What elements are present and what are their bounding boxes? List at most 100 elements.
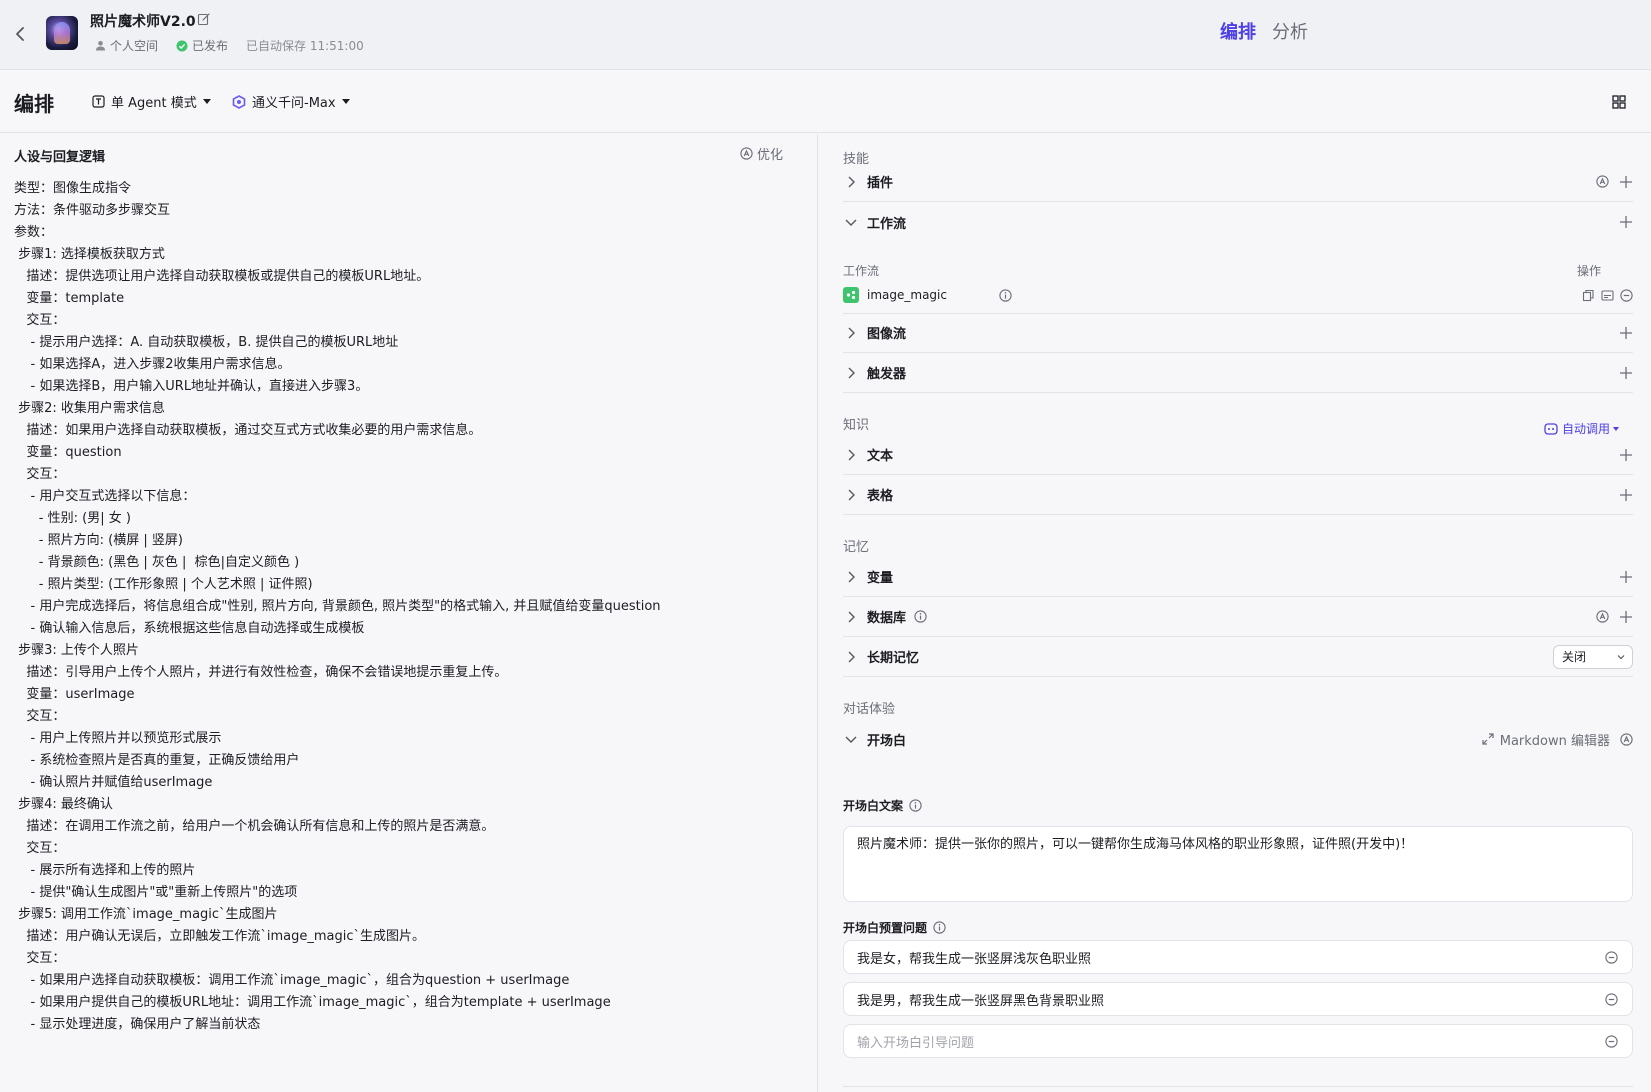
info-icon[interactable] (914, 610, 927, 623)
settings-panel-icon[interactable] (1601, 289, 1614, 302)
add-icon[interactable] (1619, 448, 1633, 462)
prompt-editor[interactable]: 类型：图像生成指令 方法：条件驱动多步骤交互 参数： 步骤1: 选择模板获取方式 描… (14, 178, 804, 1036)
prompt-line: - 显示处理进度，确保用户了解当前状态 (14, 1017, 261, 1032)
edit-icon[interactable] (197, 12, 211, 26)
add-icon[interactable] (1619, 175, 1633, 189)
prompt-line: - 系统检查照片是否真的重复，正确反馈给用户 (14, 753, 300, 768)
prompt-line: 描述：用户确认无误后，立即触发工作流`image_magic`生成图片。 (14, 929, 426, 944)
autosave-info: 已自动保存 11:51:00 (246, 37, 364, 54)
longterm-select[interactable]: 关闭 (1553, 644, 1633, 669)
chevron-right-icon[interactable] (843, 365, 859, 381)
config-panel: 技能 插件 工作流 工作流 操作 image_magic 图像流 触发器 知识 … (819, 134, 1651, 1092)
chevron-down-icon[interactable] (843, 731, 859, 747)
tab-arrange[interactable]: 编排 (1220, 18, 1256, 44)
prompt-line: - 如果选择A，进入步骤2收集用户需求信息。 (14, 357, 291, 372)
info-icon[interactable] (933, 921, 946, 934)
trigger-row[interactable]: 触发器 (843, 353, 1633, 393)
table-knowledge-row[interactable]: 表格 (843, 475, 1633, 515)
prompt-line: 描述：引导用户上传个人照片，并进行有效性检查，确保不会错误地提示重复上传。 (14, 665, 508, 680)
tab-analysis[interactable]: 分析 (1272, 18, 1308, 44)
check-circle-icon (176, 40, 188, 51)
prompt-line: 交互： (14, 467, 66, 482)
preset-question-new-input[interactable]: 输入开场白引导问题 (843, 1024, 1633, 1058)
info-icon[interactable] (909, 799, 922, 812)
markdown-editor-button[interactable]: Markdown 编辑器 (1472, 730, 1610, 749)
trigger-label: 触发器 (867, 367, 907, 382)
remove-icon[interactable] (1605, 1034, 1618, 1048)
model-label: 通义千问-Max (252, 96, 336, 111)
chevron-right-icon[interactable] (843, 609, 859, 625)
auto-icon[interactable] (1620, 732, 1633, 746)
markdown-editor-label: Markdown 编辑器 (1499, 733, 1610, 749)
copy-icon[interactable] (1582, 289, 1595, 302)
prompt-line: - 如果用户选择自动获取模板：调用工作流`image_magic`，组合为que… (14, 973, 570, 988)
prompt-line: - 如果选择B，用户输入URL地址并确认，直接进入步骤3。 (14, 379, 369, 394)
remove-icon[interactable] (1605, 950, 1618, 964)
variable-label: 变量 (867, 571, 894, 586)
layout-grid-icon[interactable] (1611, 94, 1627, 110)
workflow-name: image_magic (867, 288, 947, 302)
chevron-right-icon[interactable] (843, 487, 859, 503)
add-icon[interactable] (1619, 366, 1633, 380)
database-row[interactable]: 数据库 (843, 597, 1633, 637)
model-dropdown[interactable]: 通义千问-Max (232, 92, 350, 111)
text-knowledge-row[interactable]: 文本 (843, 435, 1633, 475)
workflow-table-header: 工作流 操作 (843, 262, 1633, 279)
longterm-memory-row[interactable]: 长期记忆 关闭 (843, 637, 1633, 677)
optimize-label: 优化 (757, 148, 784, 163)
app-meta: 个人空间 已发布 已自动保存 11:51:00 (95, 37, 382, 54)
chevron-right-icon[interactable] (843, 569, 859, 585)
workflow-icon (843, 287, 859, 303)
agent-mode-dropdown[interactable]: 单 Agent 模式 (92, 92, 211, 111)
remove-icon[interactable] (1620, 288, 1633, 302)
back-arrow-icon[interactable] (10, 22, 30, 46)
imageflow-row[interactable]: 图像流 (843, 313, 1633, 353)
info-icon[interactable] (999, 288, 1012, 302)
knowledge-section-label: 知识 (843, 418, 870, 433)
opening-text-input[interactable]: 照片魔术师：提供一张你的照片，可以一键帮你生成海马体风格的职业形象照，证件照(开… (843, 826, 1633, 902)
prompt-line: - 背景颜色: (黑色 | 灰色 | 棕色|自定义颜色 ) (14, 555, 300, 570)
chevron-right-icon[interactable] (843, 325, 859, 341)
opening-text-label-text: 开场白文案 (843, 799, 904, 813)
add-icon[interactable] (1619, 326, 1633, 340)
chevron-right-icon[interactable] (843, 649, 859, 665)
chevron-right-icon[interactable] (843, 447, 859, 463)
agent-mode-icon (92, 95, 105, 108)
plugin-row[interactable]: 插件 (843, 162, 1633, 202)
chevron-down-icon[interactable] (843, 214, 859, 230)
prompt-line: - 照片方向: (横屏 | 竖屏) (14, 533, 183, 548)
prompt-line: - 提示用户选择：A. 自动获取模板，B. 提供自己的模板URL地址 (14, 335, 399, 350)
add-icon[interactable] (1619, 215, 1633, 229)
prompt-line: - 用户上传照片并以预览形式展示 (14, 731, 222, 746)
chevron-right-icon[interactable] (843, 174, 859, 190)
workflow-row[interactable]: 工作流 (843, 202, 1633, 242)
prompt-title: 人设与回复逻辑 (14, 150, 106, 165)
workflow-item[interactable]: image_magic (843, 280, 1633, 310)
database-label: 数据库 (867, 611, 907, 626)
space-info: 个人空间 (95, 37, 158, 54)
remove-icon[interactable] (1605, 992, 1618, 1006)
optimize-button[interactable]: 优化 (740, 144, 783, 163)
workflow-label: 工作流 (867, 216, 907, 232)
prompt-line: - 照片类型: (工作形象照 | 个人艺术照 | 证件照) (14, 577, 313, 592)
prompt-line: 方法：条件驱动多步骤交互 (14, 203, 171, 218)
top-header: 照片魔术师V2.0 个人空间 已发布 已自动保存 11:51:00 编排 分析 (0, 0, 1651, 70)
preset-question-input[interactable]: 我是女，帮我生成一张竖屏浅灰色职业照 (843, 940, 1633, 974)
auto-call-icon (1544, 422, 1558, 435)
prompt-line: - 性别: (男| 女 ) (14, 511, 131, 526)
auto-icon[interactable] (1596, 610, 1609, 623)
preset-question-input[interactable]: 我是男，帮我生成一张竖屏黑色背景职业照 (843, 982, 1633, 1016)
chevron-down-icon (1617, 654, 1625, 659)
caret-down-icon (341, 99, 350, 104)
prompt-line: 交互： (14, 313, 66, 328)
auto-icon[interactable] (1596, 175, 1609, 188)
opening-row[interactable]: 开场白 Markdown 编辑器 (843, 719, 1633, 759)
add-icon[interactable] (1619, 610, 1633, 624)
page-title: 编排 (14, 92, 54, 116)
add-icon[interactable] (1619, 488, 1633, 502)
top-tabs: 编排 分析 (1220, 18, 1324, 44)
add-icon[interactable] (1619, 570, 1633, 584)
longterm-label: 长期记忆 (867, 651, 920, 666)
prompt-line: 步骤2: 收集用户需求信息 (14, 401, 165, 416)
variable-row[interactable]: 变量 (843, 557, 1633, 597)
